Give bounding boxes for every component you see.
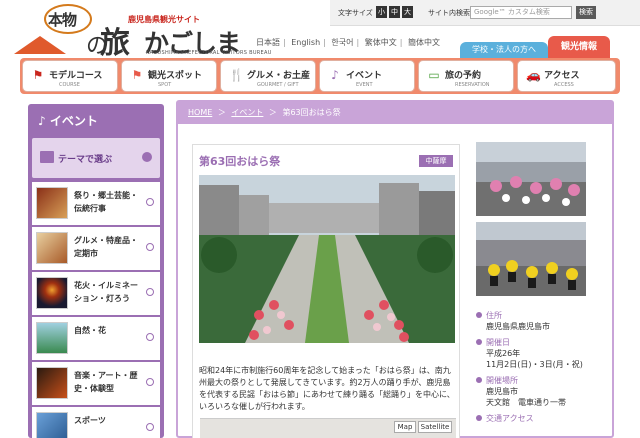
sidebar-item-gourmet[interactable]: グルメ・特産品・定期市 bbox=[32, 227, 160, 270]
breadcrumb: HOME ＞ イベント ＞ 第63回おはら祭 bbox=[178, 102, 612, 124]
chevron-right-icon bbox=[146, 288, 154, 296]
logo-mountain-icon bbox=[14, 36, 66, 54]
sidebar-item-festival[interactable]: 祭り・郷土芸能・伝統行事 bbox=[32, 182, 160, 225]
sidebar-list: 祭り・郷土芸能・伝統行事 グルメ・特産品・定期市 花火・イルミネーション・灯ろう… bbox=[32, 182, 160, 438]
search-label: サイト内検索 bbox=[428, 9, 470, 17]
car-icon: 🚗 bbox=[526, 68, 541, 82]
page: 本物 の 旅 かごしま 鹿児島県観光サイト KAGOSHIMA PREFECTU… bbox=[0, 0, 640, 438]
fontsize-label: 文字サイズ bbox=[338, 9, 373, 17]
chevron-right-icon bbox=[146, 243, 154, 251]
sidebar-theme-header[interactable]: テーマで選ぶ bbox=[32, 138, 160, 178]
info-date: 開催日 平成26年 11月2日(日)・3日(月・祝) bbox=[476, 337, 606, 370]
event-map[interactable]: Map Satellite bbox=[200, 418, 456, 438]
dancers-photo bbox=[476, 222, 586, 296]
event-card: 第63回おはら祭 中薩摩 昭和24年に市制施行60周年を記念して始まった「おはら… bbox=[192, 144, 460, 438]
sidebar: ♪ イベント テーマで選ぶ 祭り・郷土芸能・伝統行事 グルメ・特産品・定期市 花… bbox=[28, 104, 164, 438]
lang-link-zh-cn[interactable]: 簡体中文 bbox=[408, 38, 440, 47]
logo-tabi: 旅 bbox=[100, 26, 130, 61]
main-content: HOME ＞ イベント ＞ 第63回おはら祭 第63回おはら祭 中薩摩 昭和24… bbox=[176, 100, 614, 438]
thumbnail-image bbox=[36, 367, 68, 399]
site-header: 本物 の 旅 かごしま 鹿児島県観光サイト KAGOSHIMA PREFECTU… bbox=[0, 0, 640, 61]
thumbnail-image bbox=[36, 277, 68, 309]
breadcrumb-home[interactable]: HOME bbox=[188, 108, 212, 117]
flag-icon: ⚑ bbox=[32, 68, 44, 82]
flag-icon: ⚑ bbox=[131, 68, 143, 82]
sidebar-item-fireworks[interactable]: 花火・イルミネーション・灯ろう bbox=[32, 272, 160, 315]
food-icon: 🍴 bbox=[229, 68, 244, 82]
fontsize-medium-button[interactable]: 中 bbox=[389, 6, 400, 18]
breadcrumb-current: 第63回おはら祭 bbox=[282, 108, 341, 117]
nav-item-access[interactable]: 🚗 アクセス ACCESS bbox=[517, 60, 616, 92]
logo-subtitle: 鹿児島県観光サイト bbox=[128, 15, 200, 24]
nav-item-course[interactable]: ⚑ モデルコース COURSE bbox=[22, 60, 118, 92]
sidebar-item-music-art[interactable]: 音楽・アート・歴史・体験型 bbox=[32, 362, 160, 405]
event-photo-dancers-1 bbox=[476, 142, 586, 216]
chevron-right-icon bbox=[146, 378, 154, 386]
dancers-photo bbox=[476, 142, 586, 216]
tourism-info-button[interactable]: 観光情報 bbox=[548, 36, 610, 58]
thumbnail-image bbox=[36, 322, 68, 354]
global-nav: ⚑ モデルコース COURSE ⚑ 観光スポット SPOT 🍴 グルメ・お土産 … bbox=[20, 58, 620, 94]
search-button[interactable]: 検索 bbox=[576, 6, 596, 19]
event-description: 昭和24年に市制施行60周年を記念して始まった「おはら祭」は、南九州最大の祭りと… bbox=[199, 366, 455, 411]
search-input[interactable]: Google™ カスタム検索 bbox=[470, 6, 572, 19]
satellite-view-button[interactable]: Satellite bbox=[418, 421, 452, 433]
info-access: 交通アクセス bbox=[476, 413, 606, 424]
nav-item-reservation[interactable]: ▭ 旅の予約 RESERVATION bbox=[418, 60, 514, 92]
music-note-icon: ♪ bbox=[38, 114, 50, 128]
event-info-list: 住所 鹿児島県鹿児島市 開催日 平成26年 11月2日(日)・3日(月・祝) 開… bbox=[476, 310, 606, 429]
logo-english: KAGOSHIMA PREFECTURAL VISITORS BUREAU bbox=[146, 50, 272, 56]
info-venue: 開催場所 鹿児島市 天文館 電車通り一帯 bbox=[476, 375, 606, 408]
info-address: 住所 鹿児島県鹿児島市 bbox=[476, 310, 606, 332]
thumbnail-image bbox=[36, 232, 68, 264]
event-title: 第63回おはら祭 bbox=[199, 155, 281, 168]
festival-street-photo bbox=[199, 175, 455, 343]
lang-link-ko[interactable]: 한국어 bbox=[331, 38, 353, 47]
fontsize-small-button[interactable]: 小 bbox=[376, 6, 387, 18]
breadcrumb-event[interactable]: イベント bbox=[231, 108, 263, 117]
chevron-right-icon bbox=[146, 198, 154, 206]
monitor-icon: ▭ bbox=[428, 68, 440, 82]
map-view-button[interactable]: Map bbox=[394, 421, 416, 433]
fontsize-large-button[interactable]: 大 bbox=[402, 6, 413, 18]
lang-link-ja[interactable]: 日本語 bbox=[256, 38, 280, 47]
event-main-photo bbox=[199, 175, 455, 343]
lang-link-en[interactable]: English bbox=[291, 38, 320, 47]
chevron-right-icon bbox=[142, 152, 152, 162]
lang-link-zh-tw[interactable]: 繁体中文 bbox=[365, 38, 397, 47]
language-links: 日本語 | English | 한국어 | 繁体中文 | 簡体中文 bbox=[256, 38, 440, 47]
nav-item-spot[interactable]: ⚑ 観光スポット SPOT bbox=[121, 60, 217, 92]
music-note-icon: ♪ bbox=[331, 68, 339, 82]
thumbnail-image bbox=[36, 187, 68, 219]
school-corporate-button[interactable]: 学校・法人の方へ bbox=[460, 42, 548, 58]
sidebar-item-sports[interactable]: スポーツ bbox=[32, 407, 160, 438]
region-badge[interactable]: 中薩摩 bbox=[419, 155, 453, 167]
sidebar-item-nature[interactable]: 自然・花 bbox=[32, 317, 160, 360]
nav-item-event[interactable]: ♪ イベント EVENT bbox=[319, 60, 415, 92]
logo-hon: 本物 bbox=[48, 11, 77, 29]
chevron-right-icon bbox=[146, 333, 154, 341]
event-photo-dancers-2 bbox=[476, 222, 586, 296]
thumbnail-image bbox=[36, 412, 68, 438]
suitcase-icon bbox=[40, 151, 54, 163]
sidebar-title: ♪ イベント bbox=[38, 114, 98, 128]
nav-item-gourmet[interactable]: 🍴 グルメ・お土産 GOURMET / GIFT bbox=[220, 60, 316, 92]
chevron-right-icon bbox=[146, 423, 154, 431]
